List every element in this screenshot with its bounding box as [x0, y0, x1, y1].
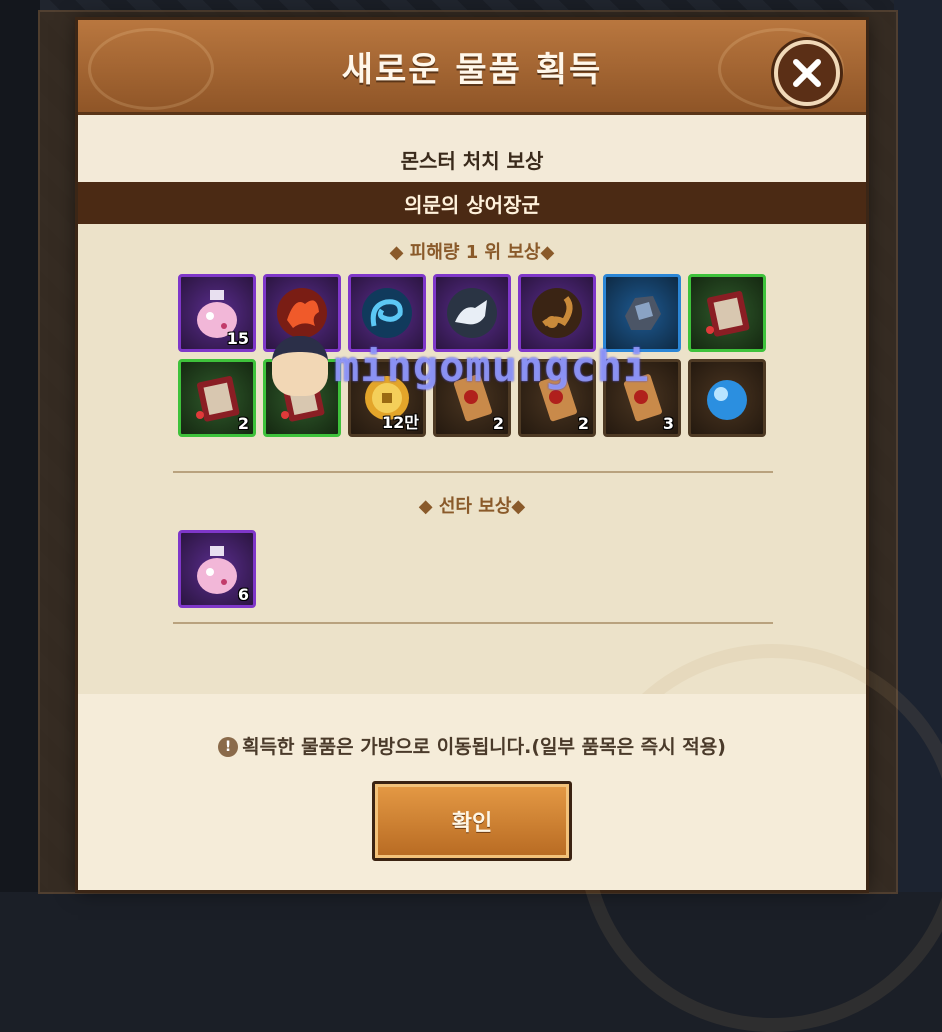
- divider: [173, 471, 773, 473]
- ore-icon: [625, 296, 661, 330]
- close-icon: [793, 59, 821, 87]
- fire-bird-icon: [277, 288, 327, 338]
- white-tiger-icon: [447, 288, 497, 338]
- reward-item-slot[interactable]: 15: [178, 274, 256, 352]
- notice-text: ! 획득한 물품은 가방으로 이동됩니다.(일부 품목은 즉시 적용): [78, 732, 866, 759]
- watermark-text: mingomungchi: [334, 341, 650, 391]
- scroll-card-icon: [196, 376, 240, 422]
- item-quantity: 2: [237, 414, 249, 433]
- confirm-label: 확인: [451, 811, 493, 836]
- scorpion-icon: [532, 288, 582, 338]
- game-left-panel: [0, 0, 40, 892]
- item-quantity: 6: [237, 585, 249, 604]
- monster-name: 의문의 상어장군: [404, 192, 540, 217]
- info-icon: !: [218, 737, 239, 757]
- divider: [173, 622, 773, 624]
- dialog-header: 새로운 물품 획득: [78, 20, 866, 115]
- potion-icon: [197, 546, 237, 594]
- first-hit-reward-label: ◆ 선타 보상◆: [418, 496, 526, 517]
- notice-label: 획득한 물품은 가방으로 이동됩니다.(일부 품목은 즉시 적용): [242, 736, 726, 758]
- avatar-icon: [272, 336, 328, 396]
- reward-item-slot[interactable]: [688, 274, 766, 352]
- monster-name-bar: 의문의 상어장군: [78, 182, 866, 224]
- confirm-button[interactable]: 확인: [372, 781, 572, 861]
- reward-item-slot[interactable]: [688, 359, 766, 437]
- section-title: 몬스터 처치 보상: [400, 149, 544, 173]
- item-quantity: 2: [577, 414, 589, 433]
- scroll-card-icon: [706, 291, 750, 337]
- item-quantity: 3: [662, 414, 674, 433]
- reward-item-slot[interactable]: 6: [178, 530, 256, 608]
- item-quantity: 15: [226, 329, 249, 348]
- first-hit-reward-grid: 6: [178, 530, 766, 608]
- item-acquired-dialog: 새로운 물품 획득 몬스터 처치 보상 의문의 상어장군 ◆ 피해량 1 위 보…: [78, 20, 942, 1032]
- close-button[interactable]: [774, 40, 840, 106]
- watermark: mingomungchi: [272, 336, 649, 396]
- damage-reward-label: ◆ 피해량 1 위 보상◆: [389, 242, 555, 263]
- blue-dragon-icon: [362, 288, 412, 338]
- dialog-title: 새로운 물품 획득: [341, 50, 603, 90]
- rewards-panel: ◆ 피해량 1 위 보상◆ 15 2 12만 2 2 3 ◆ 선타 보상◆ 6: [78, 224, 942, 1032]
- item-quantity: 2: [492, 414, 504, 433]
- dialog-footer: ! 획득한 물품은 가방으로 이동됩니다.(일부 품목은 즉시 적용) 확인: [78, 694, 866, 890]
- item-quantity: 12만: [382, 413, 419, 432]
- blue-orb-icon: [707, 380, 747, 420]
- reward-item-slot[interactable]: 2: [178, 359, 256, 437]
